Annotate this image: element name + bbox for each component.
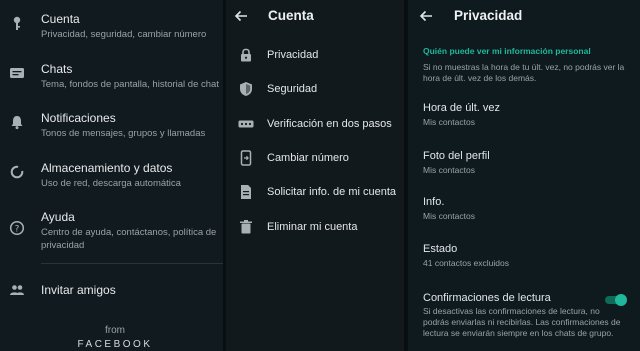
settings-item-title: Cuenta — [41, 12, 80, 26]
account-item-request-info[interactable]: Solicitar info. de mi cuenta — [226, 183, 404, 217]
section-header: Quién puede ver mi información personal — [423, 46, 591, 56]
read-receipts-toggle[interactable] — [603, 294, 627, 306]
account-item-security[interactable]: Seguridad — [226, 80, 404, 114]
from-label: from — [105, 325, 125, 336]
settings-item-title: Almacenamiento y datos — [41, 161, 173, 175]
chat-icon — [9, 65, 25, 81]
settings-item-title: Ayuda — [41, 210, 75, 224]
brand-label: FACEBOOK — [77, 339, 153, 350]
settings-item-subtitle: Tema, fondos de pantalla, historial de c… — [41, 79, 219, 90]
account-item-label: Eliminar mi cuenta — [267, 221, 358, 233]
privacy-panel: Privacidad Quién puede ver mi informació… — [408, 0, 640, 351]
account-item-label: Solicitar info. de mi cuenta — [267, 186, 397, 198]
privacy-item-status[interactable]: Estado 41 contactos excluidos — [423, 243, 638, 268]
dots-icon — [238, 116, 254, 132]
data-usage-icon — [9, 164, 25, 180]
section-description: Si no muestras la hora de tu últ. vez, n… — [423, 62, 625, 83]
settings-panel: Cuenta Privacidad, seguridad, cambiar nú… — [0, 0, 223, 351]
lock-icon — [238, 47, 254, 63]
privacy-item-last-seen[interactable]: Hora de últ. vez Mis contactos — [423, 102, 638, 127]
page-title: Cuenta — [268, 8, 314, 23]
back-arrow-icon[interactable] — [233, 8, 249, 24]
account-item-change-number[interactable]: Cambiar número — [226, 149, 404, 183]
privacy-item-title: Hora de últ. vez — [423, 102, 501, 114]
privacy-item-title: Foto del perfil — [423, 150, 490, 162]
privacy-header: Privacidad — [408, 0, 640, 32]
settings-item-title: Notificaciones — [41, 111, 116, 125]
settings-item-subtitle: Privacidad, seguridad, cambiar número — [41, 29, 207, 40]
account-item-two-step[interactable]: Verificación en dos pasos — [226, 115, 404, 149]
settings-item-help[interactable]: ? Ayuda Centro de ayuda, contáctanos, po… — [0, 210, 223, 258]
privacy-item-profile-photo[interactable]: Foto del perfil Mis contactos — [423, 150, 638, 175]
settings-item-subtitle: Uso de red, descarga automática — [41, 178, 181, 189]
account-item-delete[interactable]: Eliminar mi cuenta — [226, 218, 404, 252]
privacy-item-value: 41 contactos excluidos — [423, 258, 509, 268]
key-icon — [9, 15, 25, 31]
account-item-privacy[interactable]: Privacidad — [226, 46, 404, 80]
document-icon — [238, 184, 254, 200]
settings-item-account[interactable]: Cuenta Privacidad, seguridad, cambiar nú… — [0, 12, 223, 60]
settings-item-chats[interactable]: Chats Tema, fondos de pantalla, historia… — [0, 62, 223, 110]
read-receipts-title: Confirmaciones de lectura — [423, 292, 551, 304]
account-item-label: Verificación en dos pasos — [267, 118, 392, 130]
toggle-knob — [615, 294, 627, 306]
account-item-label: Privacidad — [267, 49, 319, 61]
settings-item-subtitle: Centro de ayuda, contáctanos, política d… — [41, 227, 217, 251]
settings-item-subtitle: Tonos de mensajes, grupos y llamadas — [41, 128, 206, 139]
account-header: Cuenta — [226, 0, 404, 32]
settings-item-notifications[interactable]: Notificaciones Tonos de mensajes, grupos… — [0, 111, 223, 159]
read-receipts-description: Si desactivas las confirmaciones de lect… — [423, 306, 621, 338]
back-arrow-icon[interactable] — [418, 8, 434, 24]
shield-icon — [238, 81, 254, 97]
read-receipts-item[interactable]: Confirmaciones de lectura — [423, 292, 603, 304]
phone-swap-icon — [238, 150, 254, 166]
trash-icon — [238, 219, 254, 235]
invite-friends-item[interactable]: Invitar amigos — [0, 282, 223, 302]
privacy-item-title: Info. — [423, 196, 445, 208]
svg-text:?: ? — [15, 225, 20, 235]
account-panel: Cuenta Privacidad Seguridad Verificación… — [226, 0, 404, 351]
privacy-item-info[interactable]: Info. Mis contactos — [423, 196, 638, 221]
people-icon — [9, 282, 25, 298]
bell-icon — [9, 114, 25, 130]
settings-item-title: Chats — [41, 62, 73, 76]
help-icon: ? — [9, 220, 25, 236]
privacy-item-title: Estado — [423, 243, 458, 255]
invite-friends-label: Invitar amigos — [41, 283, 116, 297]
account-item-label: Cambiar número — [267, 152, 349, 164]
privacy-item-value: Mis contactos — [423, 117, 475, 127]
privacy-item-value: Mis contactos — [423, 211, 475, 221]
privacy-item-value: Mis contactos — [423, 165, 475, 175]
account-item-label: Seguridad — [267, 83, 318, 95]
divider-line — [41, 263, 223, 264]
page-title: Privacidad — [454, 8, 523, 23]
settings-item-storage[interactable]: Almacenamiento y datos Uso de red, desca… — [0, 161, 223, 209]
